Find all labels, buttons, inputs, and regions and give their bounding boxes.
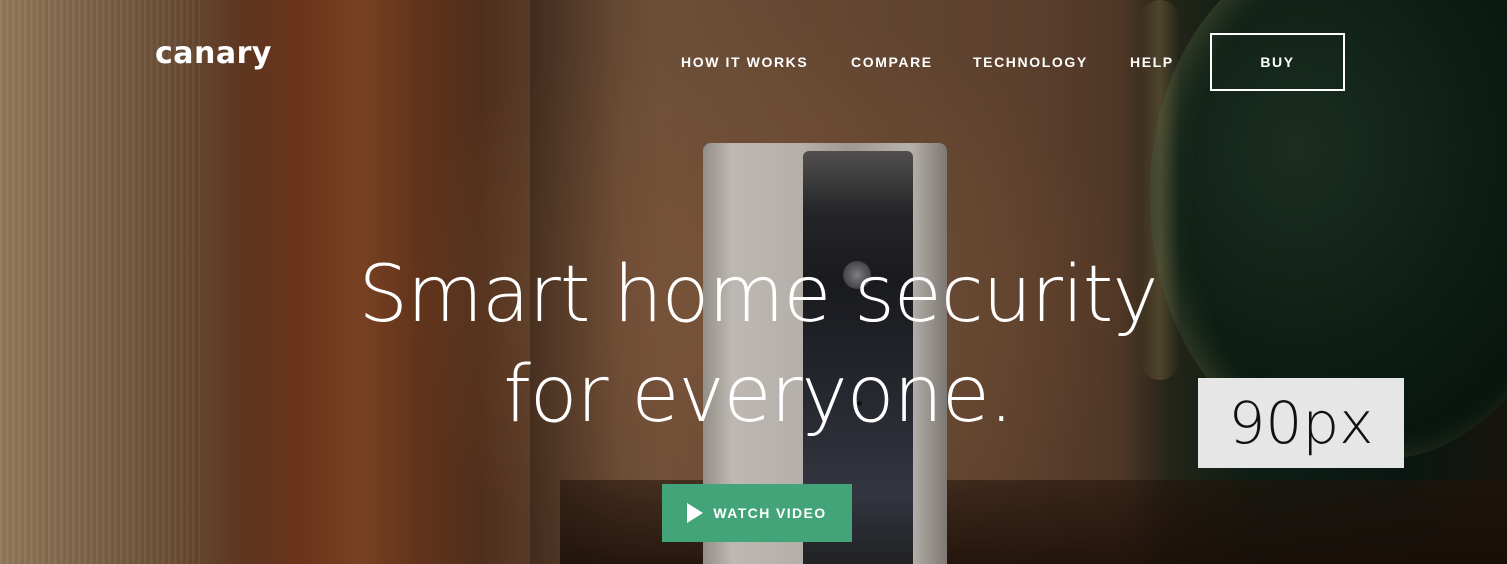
hero-section: canary HOW IT WORKS COMPARE TECHNOLOGY H… xyxy=(0,0,1507,564)
nav-help[interactable]: HELP xyxy=(1130,54,1174,70)
canary-logo[interactable]: canary xyxy=(155,36,272,71)
nav-technology[interactable]: TECHNOLOGY xyxy=(973,54,1088,70)
watch-video-button[interactable]: WATCH VIDEO xyxy=(662,484,852,542)
buy-button-label: BUY xyxy=(1260,54,1295,70)
headline-line-1: Smart home security xyxy=(358,250,1158,340)
play-icon xyxy=(687,503,704,523)
headline-line-2: for everyone. xyxy=(503,350,1013,440)
buy-button[interactable]: BUY xyxy=(1210,33,1345,91)
watch-video-label: WATCH VIDEO xyxy=(713,505,827,521)
hero-headline: Smart home security for everyone. xyxy=(300,245,1216,445)
nav-compare[interactable]: COMPARE xyxy=(851,54,933,70)
nav-how-it-works[interactable]: HOW IT WORKS xyxy=(681,54,808,70)
size-annotation-badge: 90px xyxy=(1198,378,1404,468)
size-annotation-label: 90px xyxy=(1228,389,1374,457)
